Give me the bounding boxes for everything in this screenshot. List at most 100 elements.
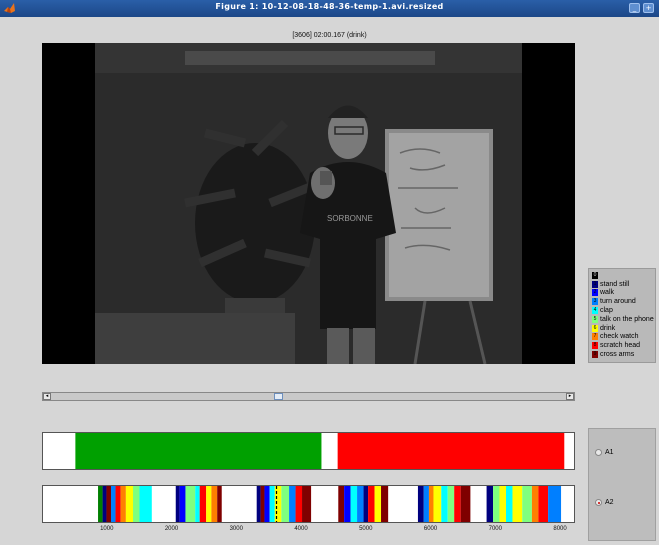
track2-segment	[211, 486, 218, 522]
track2-segment	[441, 486, 448, 522]
radio-a2-dot[interactable]	[595, 499, 602, 506]
legend-swatch: 8	[592, 342, 598, 350]
track2-segment	[338, 486, 345, 522]
track2-segment	[264, 486, 270, 522]
track2-segment	[185, 486, 196, 522]
legend-label: talk on the phone	[600, 315, 654, 323]
legend-swatch: 5	[592, 315, 598, 323]
maximize-button[interactable]: +	[643, 3, 654, 13]
legend-item: 2 walk	[592, 289, 655, 298]
radio-a1-label: A1	[605, 449, 614, 456]
frame-axis: 1000 2000 3000 4000 5000 6000 7000 8000	[42, 524, 575, 536]
track2-segment	[199, 486, 207, 522]
track2-segment	[357, 486, 364, 522]
title-bar: Figure 1: 10-12-08-18-48-36-temp-1.avi.r…	[0, 0, 659, 17]
video-frame: SORBONNE	[42, 43, 575, 364]
legend-swatch: 1	[592, 280, 598, 288]
track2-segment	[531, 486, 539, 522]
legend-item: 9 cross arms	[592, 350, 655, 359]
track2-segment	[179, 486, 186, 522]
frame-status: [3606] 02:00.167 (drink)	[292, 32, 367, 39]
track2-segment	[423, 486, 429, 522]
track2-segment	[460, 486, 471, 522]
track2-segment	[454, 486, 461, 522]
track2-segment	[368, 486, 375, 522]
annotator-2-track	[42, 485, 575, 523]
track2-segment	[350, 486, 358, 522]
track2-segment	[374, 486, 382, 522]
track2-segment	[260, 486, 265, 522]
window-title: Figure 1: 10-12-08-18-48-36-temp-1.avi.r…	[215, 2, 444, 11]
slider-left-arrow[interactable]: ◂	[43, 393, 51, 400]
track2-segment	[120, 486, 126, 522]
radio-a1-dot[interactable]	[595, 449, 602, 456]
track2-segment	[106, 486, 111, 522]
video-image: SORBONNE	[95, 43, 522, 364]
track2-segment	[428, 486, 434, 522]
activity-legend: 0 1 stand still 2 walk 3 turn around 4 clap 5 talk…	[588, 268, 656, 363]
track2-segment	[125, 486, 134, 522]
track2-segment	[486, 486, 494, 522]
legend-swatch: 6	[592, 324, 598, 332]
axis-tick-label: 5000	[359, 526, 373, 532]
track2-segment	[102, 486, 107, 522]
minimize-button[interactable]: _	[629, 3, 640, 13]
track2-segment	[175, 486, 180, 522]
legend-label: stand still	[600, 280, 630, 288]
legend-item: 7 check watch	[592, 333, 655, 342]
annotator-panel: A1 A2	[588, 428, 656, 541]
legend-item: 5 talk on the phone	[592, 315, 655, 324]
track2-segment	[302, 486, 312, 522]
track2-segment	[110, 486, 116, 522]
track2-segment	[274, 486, 282, 522]
axis-tick-label: 1000	[100, 526, 114, 532]
legend-item: 1 stand still	[592, 280, 655, 289]
legend-swatch: 9	[592, 351, 598, 359]
legend-label: clap	[600, 307, 613, 315]
track2-segment	[381, 486, 389, 522]
track2-segment	[98, 486, 103, 522]
legend-label: cross arms	[600, 351, 635, 359]
track2-segment	[548, 486, 562, 522]
track2-segment	[363, 486, 369, 522]
legend-swatch: 0	[592, 271, 598, 279]
track2-segment	[538, 486, 549, 522]
track2-segment	[295, 486, 303, 522]
track2-segment	[506, 486, 513, 522]
track2-segment	[433, 486, 442, 522]
track2-segment	[206, 486, 212, 522]
track2-segment	[269, 486, 275, 522]
annotator-1-track	[42, 432, 575, 470]
axis-tick-label: 2000	[164, 526, 179, 532]
track2-segment	[195, 486, 200, 522]
legend-item: 4 clap	[592, 306, 655, 315]
legend-item: 8 scratch head	[592, 341, 655, 350]
track2-segment	[115, 486, 121, 522]
track2-segment	[139, 486, 152, 522]
track2-segment	[522, 486, 532, 522]
track2-segment	[133, 486, 140, 522]
legend-label: scratch head	[600, 342, 641, 350]
shirt-text: SORBONNE	[327, 214, 373, 223]
track2-segment	[499, 486, 507, 522]
axis-tick-label: 8000	[553, 526, 567, 532]
legend-swatch: 3	[592, 298, 598, 306]
track2-segment	[447, 486, 455, 522]
legend-item: 0	[592, 271, 655, 280]
annotator-2-segments	[98, 486, 562, 522]
axis-tick-label: 3000	[229, 526, 243, 532]
frame-slider[interactable]: ◂ ▸	[42, 392, 575, 401]
track1-segment	[75, 433, 322, 469]
track1-segment	[337, 433, 565, 469]
track2-segment	[217, 486, 222, 522]
annotator-1-segments	[75, 433, 565, 469]
radio-a1[interactable]: A1	[595, 449, 614, 456]
radio-a2[interactable]: A2	[595, 499, 614, 506]
legend-label: drink	[600, 324, 616, 332]
slider-right-arrow[interactable]: ▸	[566, 393, 574, 400]
track2-segment	[512, 486, 523, 522]
axis-tick-label: 6000	[423, 526, 438, 532]
legend-swatch: 2	[592, 289, 598, 297]
slider-thumb[interactable]	[273, 393, 283, 400]
track2-segment	[256, 486, 261, 522]
